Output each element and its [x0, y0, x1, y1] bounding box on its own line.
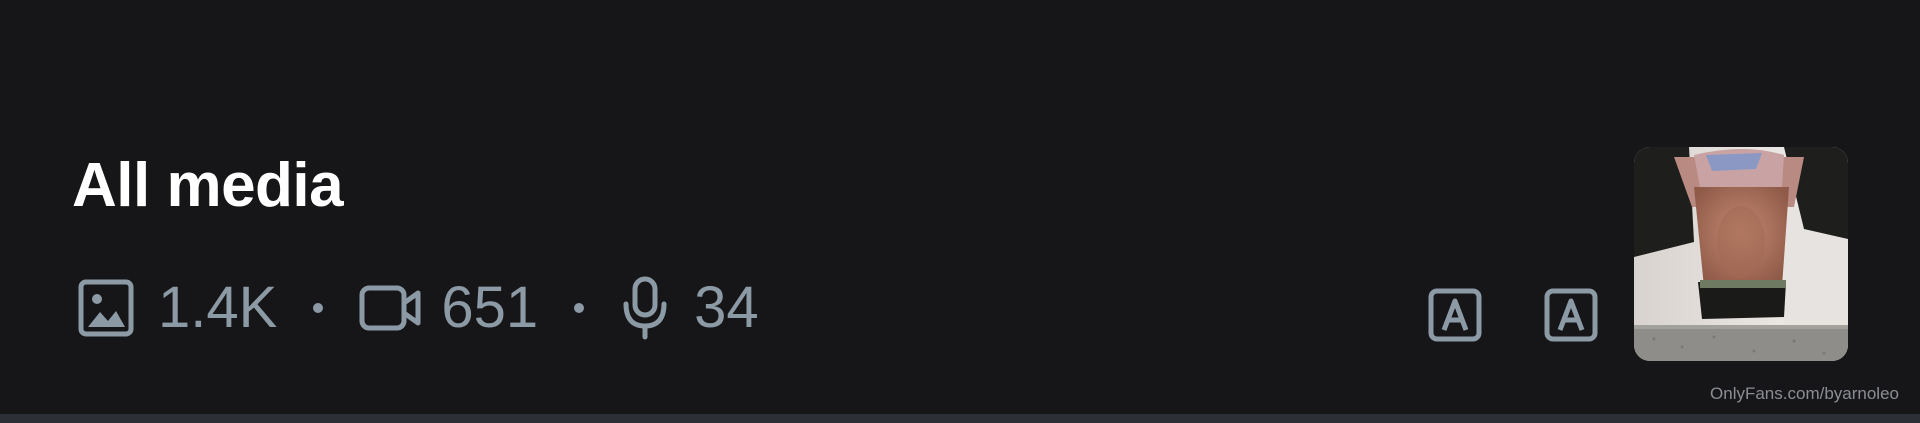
photo-count[interactable]: 1.4K: [78, 279, 277, 337]
photo-count-value: 1.4K: [158, 275, 278, 340]
microphone-icon: [620, 276, 670, 340]
media-header: All media 1.4K 651 34 OnlyFans.com/byarn…: [0, 0, 1920, 423]
video-count[interactable]: 651: [359, 279, 538, 337]
auto-translate-button[interactable]: [1544, 288, 1598, 347]
separator-dot: [313, 303, 324, 313]
image-icon: [78, 279, 134, 337]
audio-count-value: 34: [694, 275, 759, 340]
auto-translate-icon: [1544, 288, 1598, 347]
media-stats: 1.4K 651 34: [78, 272, 759, 344]
watermark: OnlyFans.com/byarnoleo: [1710, 384, 1899, 403]
bottom-divider: [0, 414, 1920, 423]
video-count-value: 651: [441, 275, 539, 340]
video-camera-icon: [359, 283, 423, 333]
separator-dot: [574, 303, 585, 313]
audio-count[interactable]: 34: [620, 276, 759, 340]
auto-translate-icon: [1428, 288, 1482, 347]
media-thumbnail[interactable]: [1634, 147, 1848, 361]
auto-translate-button[interactable]: [1428, 288, 1482, 347]
page-title: All media: [72, 151, 344, 220]
